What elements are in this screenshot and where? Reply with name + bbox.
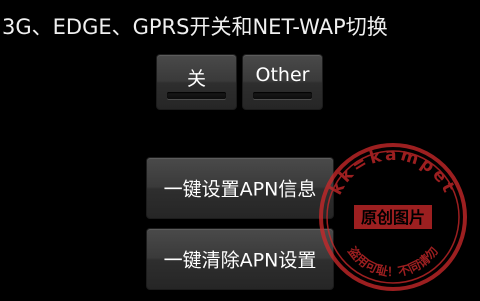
page-title: 3G、EDGE、GPRS开关和NET-WAP切换 (2, 15, 388, 39)
off-toggle-indicator (167, 92, 226, 99)
set-apn-button[interactable]: 一键设置APN信息 (146, 157, 334, 219)
watermark-stamp: kk=kampet 原创图片 盗用可耻！不同请勿 (319, 143, 467, 291)
watermark-center-text: 原创图片 (361, 208, 425, 227)
off-toggle-button[interactable]: 关 (156, 54, 237, 110)
clear-apn-button[interactable]: 一键清除APN设置 (146, 228, 334, 290)
clear-apn-label: 一键清除APN设置 (163, 249, 317, 272)
other-toggle-button[interactable]: Other (242, 54, 323, 110)
watermark-top-text: kk=kampet (326, 145, 456, 198)
off-toggle-label: 关 (186, 68, 206, 90)
other-toggle-label: Other (255, 64, 310, 86)
other-toggle-indicator (253, 92, 312, 99)
svg-text:kk=kampet: kk=kampet (326, 145, 459, 198)
set-apn-label: 一键设置APN信息 (163, 178, 317, 201)
